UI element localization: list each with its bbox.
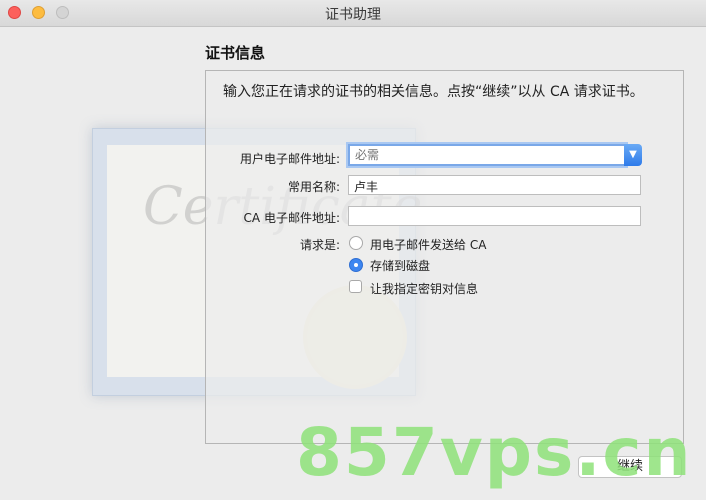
- watermark-text: 857vps.cn: [296, 414, 693, 491]
- save-to-disk-label[interactable]: 存储到磁盘: [370, 257, 430, 274]
- user-email-field[interactable]: [348, 144, 626, 166]
- chevron-down-icon: ▼: [629, 149, 637, 160]
- window-title: 证书助理: [325, 7, 381, 23]
- intro-text: 输入您正在请求的证书的相关信息。点按“继续”以从 CA 请求证书。: [223, 84, 644, 100]
- ca-email-label: CA 电子邮件地址:: [243, 211, 340, 225]
- email-to-ca-label[interactable]: 用电子邮件发送给 CA: [370, 236, 486, 253]
- email-label: 用户电子邮件地址:: [239, 152, 340, 166]
- email-to-ca-radio[interactable]: [349, 236, 363, 250]
- title-bar: 证书助理: [0, 0, 706, 27]
- request-label: 请求是:: [299, 238, 340, 252]
- email-dropdown-button[interactable]: ▼: [624, 144, 642, 166]
- section-title: 证书信息: [205, 44, 266, 62]
- common-name-label: 常用名称:: [287, 180, 340, 194]
- content-panel: [205, 70, 684, 444]
- specify-key-checkbox[interactable]: [349, 280, 362, 293]
- specify-key-label[interactable]: 让我指定密钥对信息: [370, 280, 478, 297]
- ca-email-field[interactable]: [348, 206, 641, 226]
- save-to-disk-radio[interactable]: [349, 258, 363, 272]
- common-name-field[interactable]: 卢丰: [348, 175, 641, 195]
